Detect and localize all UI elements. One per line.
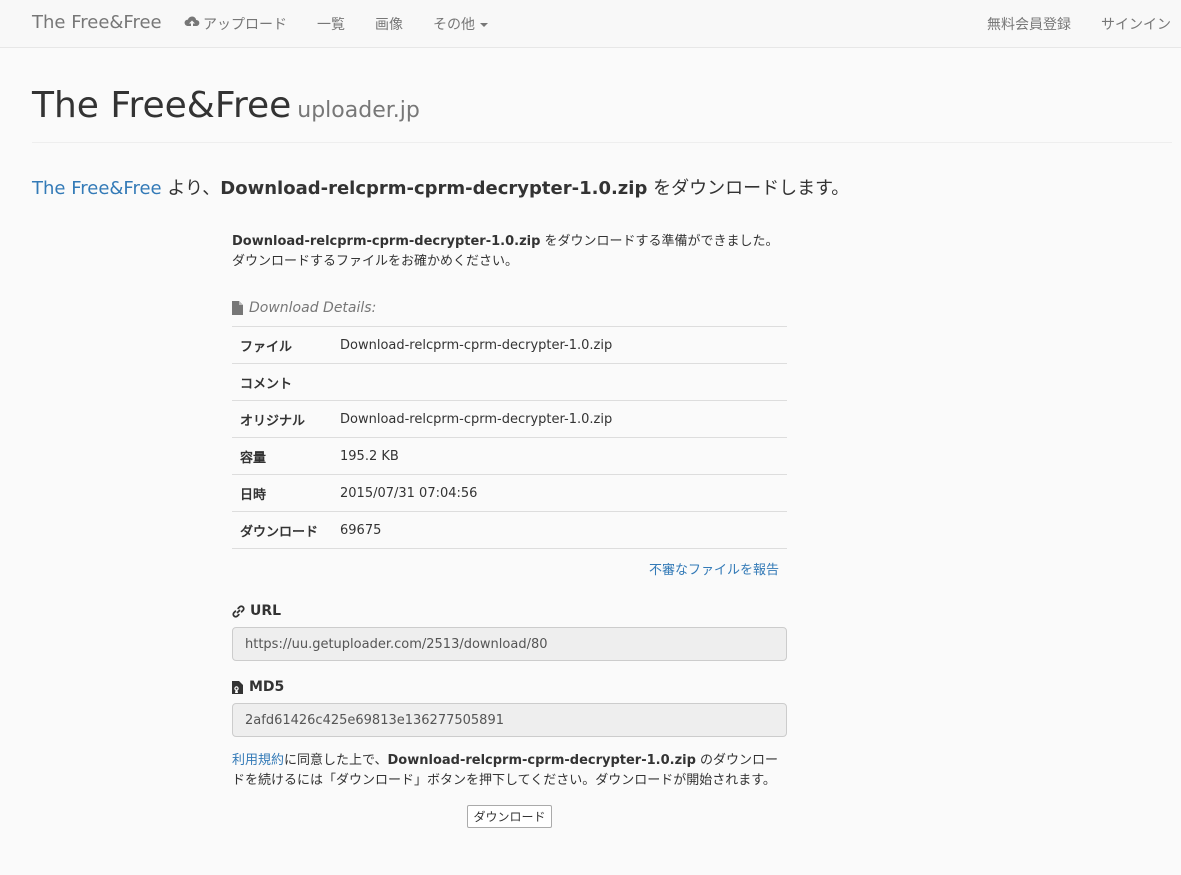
nav-upload[interactable]: アップロード bbox=[184, 14, 287, 34]
md5-label: MD5 bbox=[232, 677, 787, 697]
intro-text: Download-relcprm-cprm-decrypter-1.0.zip … bbox=[232, 232, 787, 272]
md5-label-text: MD5 bbox=[249, 679, 285, 695]
nav-signin[interactable]: サインイン bbox=[1101, 14, 1171, 34]
nav-right: 無料会員登録 サインイン bbox=[957, 0, 1171, 48]
row-key: 日時 bbox=[232, 474, 332, 512]
url-label-text: URL bbox=[250, 603, 282, 619]
url-field[interactable] bbox=[232, 627, 787, 661]
table-row: ファイル Download-relcprm-cprm-decrypter-1.0… bbox=[232, 326, 787, 364]
lead-part2: をダウンロードします。 bbox=[647, 178, 850, 199]
row-key: コメント bbox=[232, 363, 332, 401]
page-title: The Free&Free uploader.jp bbox=[32, 88, 1172, 124]
details-heading-text: Download Details: bbox=[249, 300, 377, 316]
table-row: オリジナル Download-relcprm-cprm-decrypter-1.… bbox=[232, 400, 787, 438]
report-file-link[interactable]: 不審なファイルを報告 bbox=[649, 563, 779, 578]
row-value bbox=[332, 363, 787, 401]
row-key: 容量 bbox=[232, 437, 332, 475]
row-value: 2015/07/31 07:04:56 bbox=[332, 474, 787, 512]
link-icon bbox=[232, 604, 245, 618]
brand-link[interactable]: The Free&Free bbox=[32, 12, 162, 33]
terms-filename: Download-relcprm-cprm-decrypter-1.0.zip bbox=[387, 753, 696, 768]
page-header: The Free&Free uploader.jp bbox=[32, 88, 1172, 143]
file-icon bbox=[232, 301, 243, 315]
nav-list[interactable]: 一覧 bbox=[317, 14, 345, 34]
nav-others-label: その他 bbox=[433, 17, 475, 33]
caret-down-icon bbox=[480, 23, 488, 27]
nav-others-dropdown[interactable]: その他 bbox=[433, 14, 488, 34]
table-row: ダウンロード 69675 bbox=[232, 511, 787, 549]
terms-link[interactable]: 利用規約 bbox=[232, 753, 284, 768]
row-key: ダウンロード bbox=[232, 511, 332, 549]
nav-images[interactable]: 画像 bbox=[375, 14, 403, 34]
cloud-upload-icon bbox=[184, 15, 203, 33]
nav-upload-label: アップロード bbox=[203, 17, 287, 33]
row-value: Download-relcprm-cprm-decrypter-1.0.zip bbox=[332, 326, 787, 364]
table-row: 容量 195.2 KB bbox=[232, 437, 787, 475]
lead-filename: Download-relcprm-cprm-decrypter-1.0.zip bbox=[220, 178, 648, 199]
url-label: URL bbox=[232, 601, 787, 621]
page-title-text: The Free&Free bbox=[32, 85, 292, 126]
lead-part1: より、 bbox=[161, 178, 221, 199]
report-row: 不審なファイルを報告 bbox=[232, 559, 787, 578]
download-panel: Download-relcprm-cprm-decrypter-1.0.zip … bbox=[232, 232, 787, 828]
row-key: オリジナル bbox=[232, 400, 332, 438]
lead-text: The Free&Free より、Download-relcprm-cprm-d… bbox=[32, 174, 849, 200]
terms-text: 利用規約に同意した上で、Download-relcprm-cprm-decryp… bbox=[232, 751, 787, 791]
table-row: 日時 2015/07/31 07:04:56 bbox=[232, 474, 787, 512]
terms-part1: に同意した上で、 bbox=[284, 753, 388, 768]
page-subtitle: uploader.jp bbox=[297, 98, 420, 123]
site-link[interactable]: The Free&Free bbox=[32, 178, 162, 199]
button-row: ダウンロード bbox=[232, 805, 787, 828]
table-row: コメント bbox=[232, 363, 787, 401]
navbar: The Free&Free アップロード 一覧 画像 その他 無料会員登録 サイ… bbox=[0, 0, 1181, 48]
row-key: ファイル bbox=[232, 326, 332, 364]
details-table: ファイル Download-relcprm-cprm-decrypter-1.0… bbox=[232, 326, 787, 549]
intro-filename: Download-relcprm-cprm-decrypter-1.0.zip bbox=[232, 234, 541, 249]
details-heading: Download Details: bbox=[232, 298, 787, 318]
nav-left: アップロード 一覧 画像 その他 bbox=[184, 0, 488, 48]
md5-field[interactable] bbox=[232, 703, 787, 737]
download-button[interactable]: ダウンロード bbox=[467, 805, 552, 828]
row-value: Download-relcprm-cprm-decrypter-1.0.zip bbox=[332, 400, 787, 438]
row-value: 69675 bbox=[332, 511, 787, 549]
nav-register[interactable]: 無料会員登録 bbox=[987, 14, 1071, 34]
file-certificate-icon bbox=[232, 680, 243, 694]
row-value: 195.2 KB bbox=[332, 437, 787, 475]
